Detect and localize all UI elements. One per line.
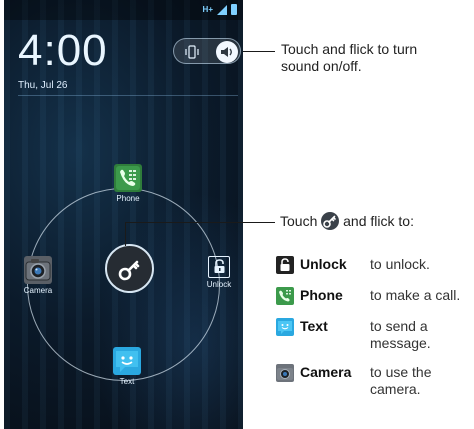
lock-icon: [208, 256, 230, 278]
legend-row-unlock: Unlock to unlock.: [276, 256, 466, 274]
phone-app-icon: [276, 287, 294, 305]
status-icons: H+: [203, 4, 237, 15]
key-callout-vertical: [125, 222, 126, 246]
legend-desc: to make a call.: [370, 287, 461, 303]
legend-name: Camera: [300, 364, 352, 380]
key-icon: [321, 212, 340, 231]
speaker-toggle-button[interactable]: [216, 41, 238, 63]
camera-target-label: Camera: [23, 286, 53, 295]
text-app-icon: [276, 318, 294, 336]
sound-note: Touch and flick to turn sound on/off.: [281, 41, 418, 74]
text-target[interactable]: Text: [100, 347, 154, 386]
unlock-key-handle[interactable]: [105, 244, 154, 293]
touch-suffix: and flick to:: [343, 213, 414, 229]
battery-icon: [231, 4, 237, 15]
lock-icon: [276, 256, 294, 274]
key-icon: [118, 260, 139, 280]
legend-row-text: Text to send a message.: [276, 318, 466, 352]
phone-target-label: Phone: [116, 194, 140, 203]
status-bar: H+: [4, 0, 243, 20]
legend-name: Phone: [300, 287, 343, 303]
camera-app-icon: [276, 364, 294, 382]
key-callout-line: [125, 222, 275, 223]
camera-target[interactable]: Camera: [11, 256, 65, 295]
legend-desc: to send a message.: [370, 318, 431, 351]
legend-row-camera: Camera to use the camera.: [276, 364, 466, 398]
legend-row-phone: Phone to make a call.: [276, 287, 466, 305]
legend-desc: to use the camera.: [370, 364, 432, 397]
legend-name: Unlock: [300, 256, 347, 272]
unlock-target-label: Unlock: [206, 280, 232, 289]
touch-prefix: Touch: [280, 213, 318, 229]
sound-callout-line: [243, 51, 275, 52]
network-type-label: H+: [202, 4, 213, 14]
signal-icon: [217, 4, 227, 15]
lock-screen: H+ 4:00 Thu, Jul 26 Phone Camera Unlock …: [4, 0, 243, 429]
phone-app-icon: [114, 164, 142, 192]
vibrate-icon: [185, 45, 199, 59]
divider: [18, 95, 238, 96]
text-target-label: Text: [119, 377, 135, 386]
speaker-icon: [221, 47, 232, 57]
lock-clock: 4:00: [18, 26, 108, 75]
text-app-icon: [113, 347, 141, 375]
legend-desc: to unlock.: [370, 256, 430, 272]
lock-date: Thu, Jul 26: [18, 80, 68, 91]
phone-target[interactable]: Phone: [101, 164, 155, 203]
camera-app-icon: [24, 256, 52, 284]
touch-instruction: Touch and flick to:: [280, 212, 470, 231]
legend-name: Text: [300, 318, 328, 334]
sound-toggle[interactable]: [173, 38, 241, 64]
unlock-target[interactable]: Unlock: [192, 256, 243, 289]
